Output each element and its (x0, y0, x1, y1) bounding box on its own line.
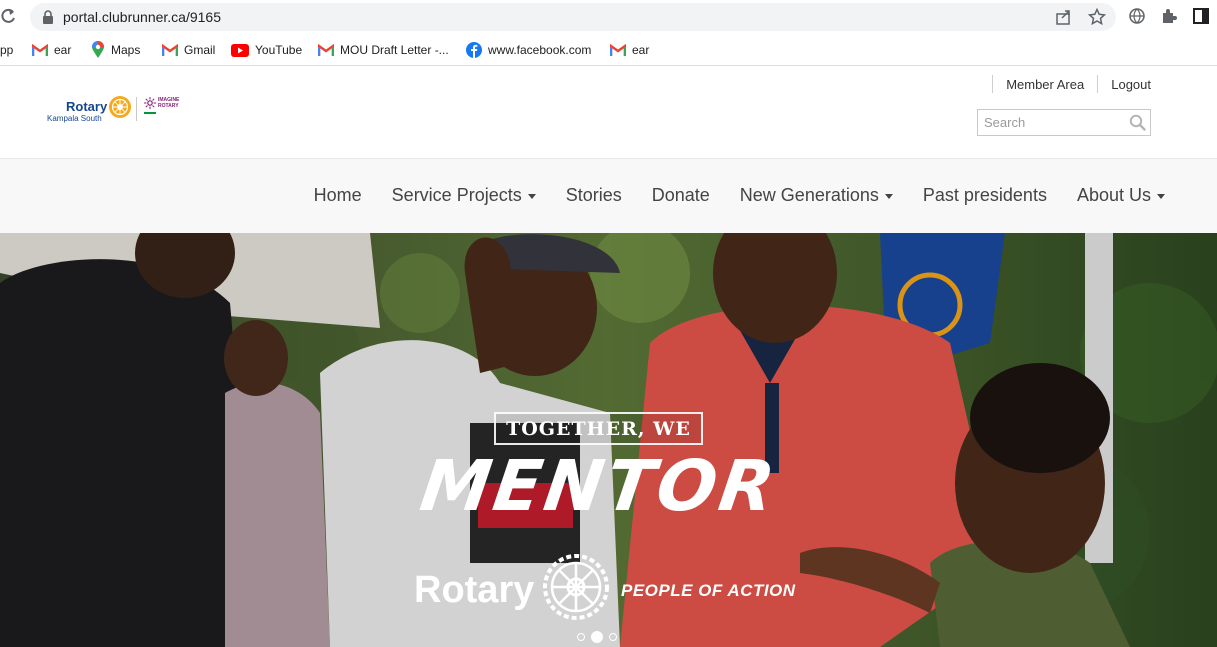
brand-slogan: PEOPLE OF ACTION (621, 581, 796, 600)
bookmark-maps[interactable]: Maps (91, 40, 140, 60)
nav-item-service-projects[interactable]: Service Projects (392, 185, 536, 206)
logo-club-name: Kampala South (47, 114, 102, 123)
carousel-dot-3[interactable] (609, 633, 617, 641)
carousel-dot-1[interactable] (577, 633, 585, 641)
globe-extension-icon[interactable] (1128, 7, 1146, 25)
nav-item-donate[interactable]: Donate (652, 185, 710, 206)
bookmark-youtube[interactable]: YouTube (231, 40, 302, 60)
imagine-burst-icon (144, 97, 156, 109)
utility-links: Member Area Logout (979, 75, 1151, 93)
nav-item-past-presidents[interactable]: Past presidents (923, 185, 1047, 206)
bookmark-label: Maps (111, 43, 141, 57)
bookmark-mou-draft[interactable]: MOU Draft Letter -... (318, 40, 449, 60)
facebook-icon (466, 42, 482, 58)
bookmark-label: YouTube (255, 43, 303, 57)
star-icon[interactable] (1088, 8, 1106, 26)
imagine-rotary-logo: IMAGINE ROTARY (144, 95, 186, 119)
nav-label: Home (313, 185, 362, 205)
logout-link[interactable]: Logout (1111, 77, 1151, 92)
brand-rotary-text: Rotary (414, 569, 535, 611)
nav-label: Service Projects (391, 185, 522, 205)
address-bar[interactable]: portal.clubrunner.ca/9165 (30, 3, 1116, 31)
hero-headline: MENTOR (415, 445, 783, 527)
site-header: Rotary Kampala South IMAGINE ROTARY Memb… (0, 67, 1217, 158)
caret-down-icon (1157, 194, 1165, 199)
imagine-underline (144, 112, 156, 114)
bookmark-gmail-ear-2[interactable]: ear (610, 40, 649, 60)
search-icon[interactable] (1129, 114, 1146, 131)
rotary-wheel-icon (543, 554, 609, 620)
gmail-icon (318, 44, 334, 56)
nav-label: Stories (565, 185, 622, 205)
reload-icon[interactable] (0, 7, 16, 25)
caret-down-icon (884, 194, 893, 199)
logo-divider (136, 97, 137, 121)
bookmark-gmail-ear[interactable]: ear (32, 40, 71, 60)
share-icon[interactable] (1055, 8, 1073, 26)
bookmark-facebook[interactable]: www.facebook.com (466, 40, 591, 60)
maps-icon (92, 41, 104, 58)
bookmark-apps[interactable]: pp (0, 40, 13, 60)
url-text: portal.clubrunner.ca/9165 (63, 9, 221, 25)
member-area-link[interactable]: Member Area (1006, 77, 1084, 92)
nav-item-home[interactable]: Home (314, 185, 362, 206)
lock-icon[interactable] (42, 10, 54, 24)
carousel-indicators (577, 631, 617, 643)
logo-rotary-text: Rotary (66, 99, 108, 114)
nav-item-new-generations[interactable]: New Generations (740, 185, 893, 206)
gmail-icon (610, 44, 626, 56)
bookmark-label: Gmail (184, 43, 216, 57)
nav-label: Past presidents (922, 185, 1047, 205)
caret-down-icon (527, 194, 536, 199)
bookmark-gmail[interactable]: Gmail (162, 40, 215, 60)
hero-carousel[interactable]: TOGETHER, WE MENTOR Rotary PEOPLE OF ACT… (0, 233, 1217, 647)
link-divider (992, 75, 994, 93)
bookmark-label: ear (632, 43, 650, 57)
bookmark-label: MOU Draft Letter -... (340, 43, 449, 57)
carousel-dot-2-active[interactable] (591, 631, 603, 643)
nav-label: Donate (651, 185, 710, 205)
nav-menu: Home Service Projects Stories Donate New… (314, 185, 1165, 206)
hero-tagline: TOGETHER, WE (506, 417, 691, 440)
bookmark-label: www.facebook.com (488, 43, 592, 57)
tagline-frame: TOGETHER, WE (494, 412, 703, 445)
club-logo[interactable]: Rotary Kampala South IMAGINE ROTARY (46, 93, 186, 127)
imagine-rotary-text: IMAGINE ROTARY (158, 97, 180, 109)
search-input[interactable] (978, 110, 1128, 135)
link-divider (1097, 75, 1099, 93)
nav-item-about-us[interactable]: About Us (1077, 185, 1165, 206)
bookmark-label: pp (0, 43, 14, 57)
nav-label: New Generations (739, 185, 879, 205)
bookmarks-bar: pp ear Maps Gmail YouTube MOU Draft Lett… (0, 34, 1217, 66)
side-panel-icon[interactable] (1192, 7, 1210, 25)
site-search (977, 109, 1151, 136)
youtube-icon (231, 43, 249, 57)
rotary-wheel-icon (109, 96, 131, 118)
nav-label: About Us (1076, 185, 1151, 205)
gmail-icon (32, 44, 48, 56)
nav-item-stories[interactable]: Stories (566, 185, 622, 206)
browser-toolbar: portal.clubrunner.ca/9165 (0, 0, 1217, 34)
bookmark-label: ear (54, 43, 72, 57)
gmail-icon (162, 44, 178, 56)
rotary-brand-lockup: Rotary PEOPLE OF ACTION (414, 553, 795, 620)
main-navigation: Home Service Projects Stories Donate New… (0, 158, 1217, 233)
extensions-icon[interactable] (1160, 7, 1178, 25)
